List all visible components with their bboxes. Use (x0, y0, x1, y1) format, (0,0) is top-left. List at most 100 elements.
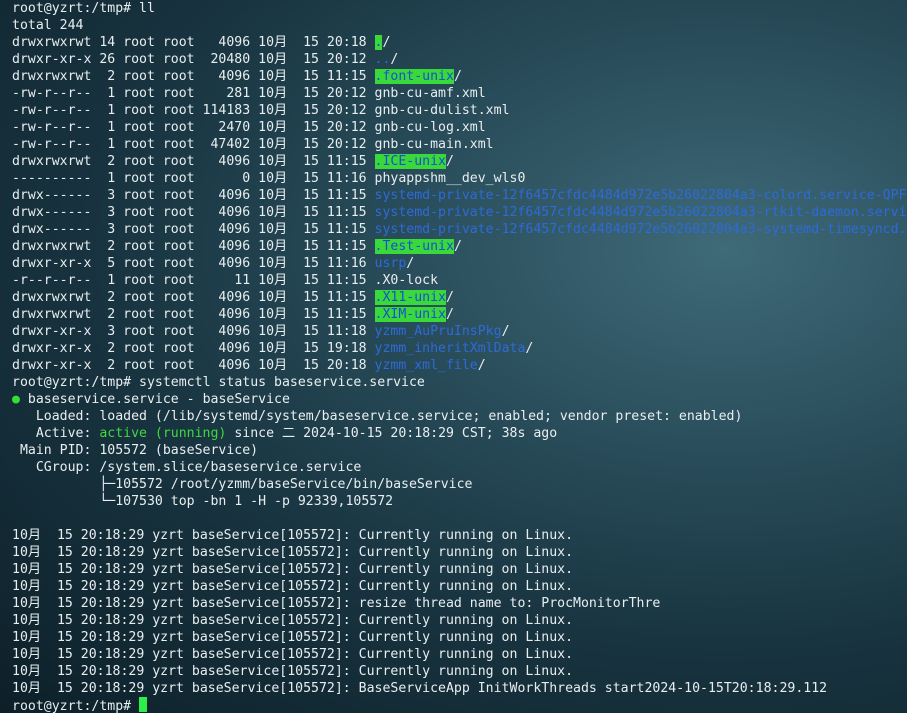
cgroup-child-line: └─107530 top -bn 1 -H -p 92339,105572 (12, 494, 394, 509)
listing-row: ---------- 1 root root 0 10月 15 11:16 ph… (12, 170, 525, 187)
listing-row: drwxrwxrwt 2 root root 4096 10月 15 11:15… (12, 238, 462, 255)
listing-row: -rw-r--r-- 1 root root 2470 10月 15 20:12… (12, 119, 486, 136)
file-name: .X11-unix (374, 290, 446, 305)
prompt-line-final[interactable]: root@yzrt:/tmp# (12, 697, 148, 713)
service-header: baseservice.service - baseService (19, 392, 290, 407)
file-meta: drwxrwxrwt 2 root root 4096 10月 15 11:15 (12, 69, 375, 84)
file-name: .X0-lock (374, 273, 439, 288)
cgroup-child-line: ├─105572 /root/yzmm/baseService/bin/base… (12, 477, 473, 492)
listing-row: drwxrwxrwt 2 root root 4096 10月 15 11:15… (12, 289, 454, 306)
path-suffix: / (525, 341, 534, 356)
log-line: 10月 15 20:18:29 yzrt baseService[105572]… (12, 664, 574, 679)
path-suffix: / (501, 324, 510, 339)
log-line: 10月 15 20:18:29 yzrt baseService[105572]… (12, 562, 574, 577)
listing-row: drwxrwxrwt 14 root root 4096 10月 15 20:1… (12, 34, 390, 51)
path-suffix: / (446, 290, 454, 305)
file-meta: -r--r--r-- 1 root root 11 10月 15 11:15 (12, 273, 375, 288)
file-meta: -rw-r--r-- 1 root root 2470 10月 15 20:12 (12, 120, 375, 135)
file-name: .Test-unix (374, 239, 454, 254)
listing-row: -r--r--r-- 1 root root 11 10月 15 11:15 .… (12, 272, 438, 289)
listing-row: -rw-r--r-- 1 root root 47402 10月 15 20:1… (12, 136, 494, 153)
file-meta: drwxr-xr-x 3 root root 4096 10月 15 11:18 (12, 324, 375, 339)
file-name: yzmm_inheritXmlData (374, 341, 526, 356)
terminal-window[interactable]: root@yzrt:/tmp# ll total 244 drwxrwxrwt … (12, 0, 907, 713)
active-since: since 二 2024-10-15 20:18:29 CST; 38s ago (226, 426, 558, 441)
prompt-line-systemctl: root@yzrt:/tmp# systemctl status baseser… (12, 374, 425, 391)
path-suffix: / (390, 52, 399, 67)
cgroup-line: CGroup: /system.slice/baseservice.servic… (12, 460, 362, 475)
main-pid-line: Main PID: 105572 (baseService) (12, 443, 259, 458)
file-meta: ---------- 1 root root 0 10月 15 11:16 (12, 171, 375, 186)
file-name: phyappshm__dev_wls0 (374, 171, 526, 186)
listing-row: drwxr-xr-x 3 root root 4096 10月 15 11:18… (12, 323, 510, 340)
active-state: active (running) (99, 426, 227, 441)
listing-row: drwxrwxrwt 2 root root 4096 10月 15 11:15… (12, 306, 454, 323)
log-line: 10月 15 20:18:29 yzrt baseService[105572]… (12, 579, 574, 594)
file-name: .font-unix (374, 69, 454, 84)
listing-row: drwx------ 3 root root 4096 10月 15 11:15… (12, 204, 906, 221)
log-line: 10月 15 20:18:29 yzrt baseService[105572]… (12, 528, 574, 543)
file-name: .XIM-unix (374, 307, 446, 322)
file-name: yzmm_xml_file (374, 358, 478, 373)
file-name: .. (374, 52, 391, 67)
file-meta: drwxr-xr-x 2 root root 4096 10月 15 19:18 (12, 341, 375, 356)
command-text: systemctl status baseservice.service (139, 375, 425, 390)
total-line: total 244 (12, 18, 84, 33)
file-meta: drwxrwxrwt 2 root root 4096 10月 15 11:15 (12, 154, 375, 169)
file-name: systemd-private-12f6457cfdc4484d972e5b26… (374, 205, 907, 220)
prompt: root@yzrt:/tmp# (12, 375, 132, 390)
file-name: systemd-private-12f6457cfdc4484d972e5b26… (374, 188, 907, 203)
file-name: systemd-private-12f6457cfdc4484d972e5b26… (374, 222, 907, 237)
file-meta: -rw-r--r-- 1 root root 114183 10月 15 20:… (12, 103, 375, 118)
file-name: gnb-cu-dulist.xml (374, 103, 510, 118)
cursor-block[interactable] (139, 697, 148, 712)
file-name: gnb-cu-log.xml (374, 120, 486, 135)
listing-row: drwxr-xr-x 2 root root 4096 10月 15 20:18… (12, 357, 486, 374)
file-meta: drwx------ 3 root root 4096 10月 15 11:15 (12, 222, 375, 237)
file-name: gnb-cu-amf.xml (374, 86, 486, 101)
file-name: .ICE-unix (374, 154, 446, 169)
loaded-line: Loaded: loaded (/lib/systemd/system/base… (12, 409, 743, 424)
file-meta: -rw-r--r-- 1 root root 47402 10月 15 20:1… (12, 137, 375, 152)
prompt-line-ll: root@yzrt:/tmp# ll (12, 0, 155, 17)
file-meta: -rw-r--r-- 1 root root 281 10月 15 20:12 (12, 86, 375, 101)
service-header-line: ● baseservice.service - baseService (12, 391, 290, 408)
file-meta: drwxrwxrwt 2 root root 4096 10月 15 11:15 (12, 290, 375, 305)
log-line: 10月 15 20:18:29 yzrt baseService[105572]… (12, 545, 574, 560)
path-suffix: / (477, 358, 486, 373)
listing-row: drwxr-xr-x 5 root root 4096 10月 15 11:16… (12, 255, 414, 272)
command-text: ll (139, 1, 155, 16)
file-meta: drwx------ 3 root root 4096 10月 15 11:15 (12, 205, 375, 220)
file-meta: drwxr-xr-x 2 root root 4096 10月 15 20:18 (12, 358, 375, 373)
path-suffix: / (382, 35, 391, 50)
file-meta: drwxrwxrwt 14 root root 4096 10月 15 20:1… (12, 35, 375, 50)
log-line: 10月 15 20:18:29 yzrt baseService[105572]… (12, 647, 574, 662)
listing-row: drwxr-xr-x 26 root root 20480 10月 15 20:… (12, 51, 398, 68)
status-dot-icon: ● (12, 392, 20, 407)
file-name: usrp (374, 256, 407, 271)
prompt: root@yzrt:/tmp# (12, 1, 132, 16)
listing-row: -rw-r--r-- 1 root root 281 10月 15 20:12 … (12, 85, 486, 102)
listing-row: drwxrwxrwt 2 root root 4096 10月 15 11:15… (12, 153, 454, 170)
file-meta: drwx------ 3 root root 4096 10月 15 11:15 (12, 188, 375, 203)
log-line: 10月 15 20:18:29 yzrt baseService[105572]… (12, 613, 574, 628)
path-suffix: / (446, 307, 454, 322)
prompt: root@yzrt:/tmp# (12, 699, 132, 713)
file-meta: drwxr-xr-x 5 root root 4096 10月 15 11:16 (12, 256, 375, 271)
file-meta: drwxr-xr-x 26 root root 20480 10月 15 20:… (12, 52, 375, 67)
log-line: 10月 15 20:18:29 yzrt baseService[105572]… (12, 596, 661, 611)
path-suffix: / (453, 69, 462, 84)
file-name: yzmm_AuPruInsPkg (374, 324, 502, 339)
listing-row: drwxrwxrwt 2 root root 4096 10月 15 11:15… (12, 68, 462, 85)
file-meta: drwxrwxrwt 2 root root 4096 10月 15 11:15 (12, 239, 375, 254)
file-meta: drwxrwxrwt 2 root root 4096 10月 15 11:15 (12, 307, 375, 322)
log-line: 10月 15 20:18:29 yzrt baseService[105572]… (12, 681, 828, 696)
listing-row: -rw-r--r-- 1 root root 114183 10月 15 20:… (12, 102, 510, 119)
file-name: gnb-cu-main.xml (374, 137, 494, 152)
path-suffix: / (406, 256, 415, 271)
listing-row: drwx------ 3 root root 4096 10月 15 11:15… (12, 187, 906, 204)
listing-row: drwxr-xr-x 2 root root 4096 10月 15 19:18… (12, 340, 533, 357)
log-line: 10月 15 20:18:29 yzrt baseService[105572]… (12, 630, 574, 645)
path-suffix: / (446, 154, 454, 169)
listing-row: drwx------ 3 root root 4096 10月 15 11:15… (12, 221, 906, 238)
